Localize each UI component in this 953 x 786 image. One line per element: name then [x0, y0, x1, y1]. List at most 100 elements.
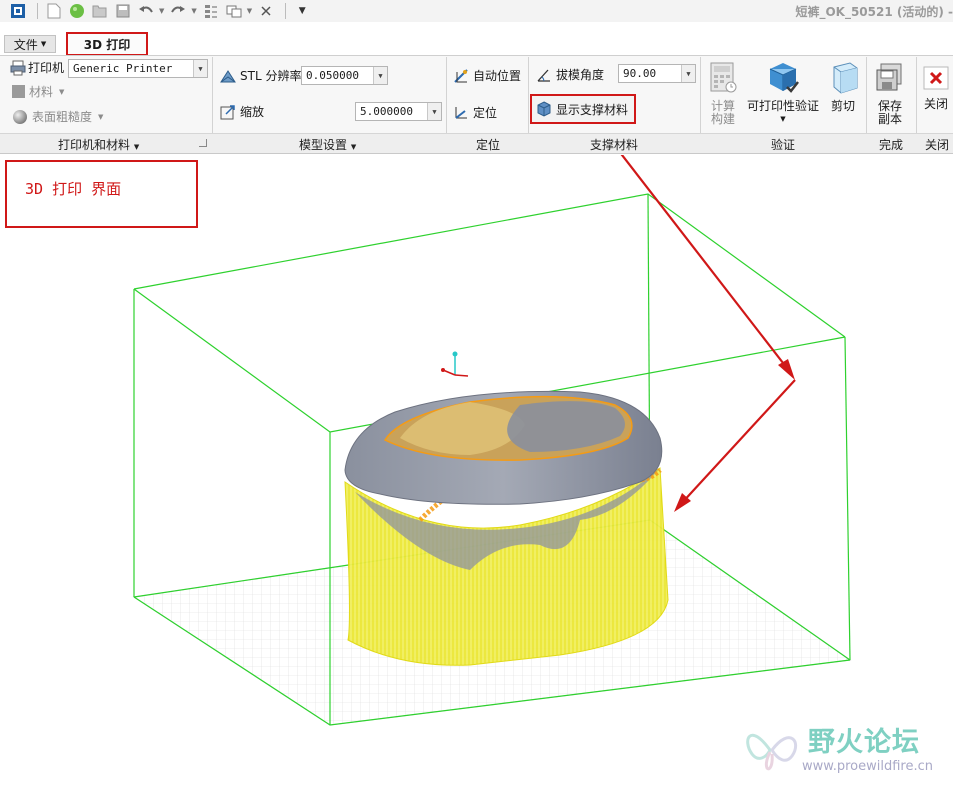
coordinate-axis-triad [441, 351, 469, 377]
compute-build-label-2: 构建 [710, 112, 735, 126]
auto-position-label: 自动位置 [473, 69, 522, 83]
open-icon[interactable] [90, 1, 110, 21]
group-verify-label: 验证 [771, 138, 796, 152]
save-icon[interactable] [113, 1, 133, 21]
annotation-text: 3D 打印 界面 [25, 180, 122, 198]
butterfly-logo-icon [746, 733, 798, 771]
calculator-icon [710, 62, 737, 93]
printer-dropdown[interactable]: Generic Printer ▼ [68, 59, 208, 78]
position-button[interactable]: 定位 [453, 104, 497, 121]
printer-selector[interactable]: 打印机 [10, 59, 64, 76]
chevron-down-icon: ▼ [98, 112, 104, 121]
chevron-down-icon: ▼ [373, 67, 387, 84]
group-finish-label: 完成 [879, 138, 904, 152]
annotation-box: 3D 打印 界面 [5, 160, 198, 228]
printability-cube-icon [769, 63, 799, 93]
chevron-down-icon: ▼ [427, 103, 441, 120]
material-icon [12, 85, 25, 98]
printer-value: Generic Printer [73, 62, 173, 75]
compute-build-button[interactable]: 计算 构建 [704, 61, 742, 126]
surface-roughness-button[interactable]: 表面粗糙度 ▼ [12, 108, 103, 125]
printer-label: 打印机 [28, 61, 65, 75]
auto-position-button[interactable]: 自动位置 [453, 67, 521, 84]
cut-cube-icon [833, 62, 858, 94]
scale-label-row: 缩放 [220, 103, 264, 120]
save-copy-label-2: 副本 [877, 112, 902, 126]
stl-resolution-label-row: STL 分辨率 [220, 67, 301, 84]
group-printer-material[interactable]: 打印机和材料 ▼ [58, 136, 139, 153]
cut-label: 剪切 [830, 99, 855, 113]
dialog-launcher-icon[interactable] [199, 139, 207, 147]
tab-file-label: 文件 [13, 37, 38, 52]
group-positioning-label: 定位 [476, 138, 501, 152]
watermark-url: www.proewildfire.cn [802, 759, 933, 774]
printability-validation-button[interactable]: 可打印性验证 ▼ [744, 61, 822, 126]
printer-icon [10, 60, 26, 75]
material-button[interactable]: 材料 ▼ [12, 83, 64, 100]
undo-icon[interactable] [136, 1, 156, 21]
model-viewport[interactable] [0, 155, 953, 786]
ribbon-tabs: 文件 ▼ 3D 打印 [0, 32, 953, 56]
redo-dropdown-icon[interactable]: ▼ [191, 7, 196, 15]
redo-icon[interactable] [168, 1, 188, 21]
show-support-material-button[interactable]: 显示支撑材料 [530, 94, 636, 124]
close-label: 关闭 [923, 97, 948, 111]
scale-label: 缩放 [240, 105, 265, 119]
scale-value: 5.000000 [360, 105, 413, 118]
close-button[interactable]: 关闭 [919, 66, 953, 111]
chevron-down-icon: ▼ [780, 115, 786, 123]
windows-dropdown-icon[interactable]: ▼ [247, 7, 252, 15]
watermark-title: 野火论坛 [808, 727, 920, 758]
chevron-down-icon: ▼ [133, 143, 140, 151]
scale-icon [220, 104, 235, 119]
window-title: 短裤_OK_50521 (活动的) - [795, 5, 953, 19]
auto-position-icon [454, 68, 468, 83]
chevron-down-icon: ▼ [350, 143, 357, 151]
stl-icon [220, 69, 236, 82]
ribbon-group-bar: 打印机和材料 ▼ 模型设置 ▼ 定位 支撑材料 验证 完成 关闭 [0, 133, 953, 154]
group-support-label: 支撑材料 [590, 138, 639, 152]
tab-3d-print[interactable]: 3D 打印 [66, 32, 148, 56]
close-window-icon[interactable] [256, 1, 276, 21]
new-icon[interactable] [44, 1, 64, 21]
globe-icon[interactable] [67, 1, 87, 21]
quick-access-toolbar: ▼ ▼ ▼ ▼ 短裤_OK_50521 (活动的) - [0, 0, 953, 22]
save-copy-button[interactable]: 保存 副本 [870, 61, 910, 126]
stl-resolution-input[interactable]: 0.050000 ▼ [301, 66, 388, 85]
chevron-down-icon: ▼ [193, 60, 207, 77]
customize-icon[interactable]: ▼ [292, 1, 312, 21]
group-model-settings[interactable]: 模型设置 ▼ [299, 136, 356, 153]
app-icon[interactable] [8, 1, 28, 21]
tab-3d-print-label: 3D 打印 [83, 37, 131, 52]
material-label: 材料 [29, 85, 54, 99]
position-label: 定位 [473, 106, 498, 120]
windows-icon[interactable] [224, 1, 244, 21]
scale-input[interactable]: 5.000000 ▼ [355, 102, 442, 121]
draft-angle-icon [537, 69, 550, 82]
undo-dropdown-icon[interactable]: ▼ [159, 7, 164, 15]
draft-angle-label: 拔模角度 [556, 68, 605, 82]
chevron-down-icon: ▼ [40, 40, 47, 48]
stl-resolution-value: 0.050000 [306, 69, 359, 82]
watermark: 野火论坛 www.proewildfire.cn [738, 718, 948, 780]
group-printer-material-label: 打印机和材料 [58, 138, 131, 152]
draft-angle-label-row: 拔模角度 [536, 66, 604, 83]
chevron-down-icon: ▼ [59, 87, 65, 96]
show-support-material-label: 显示支撑材料 [556, 102, 629, 117]
stl-resolution-label: STL 分辨率 [240, 69, 302, 83]
group-close-label: 关闭 [925, 138, 950, 152]
chevron-down-icon: ▼ [681, 65, 695, 82]
position-icon [455, 106, 467, 119]
printability-validation-label: 可打印性验证 [746, 99, 819, 113]
close-icon [923, 66, 949, 90]
regenerate-icon[interactable] [201, 1, 221, 21]
draft-angle-value: 90.00 [623, 67, 657, 80]
cut-button[interactable]: 剪切 [824, 61, 862, 113]
save-copy-icon [876, 63, 902, 91]
surface-roughness-label: 表面粗糙度 [32, 110, 93, 124]
sphere-icon [13, 109, 27, 124]
group-model-settings-label: 模型设置 [299, 138, 348, 152]
tab-file[interactable]: 文件 ▼ [4, 35, 56, 53]
draft-angle-input[interactable]: 90.00 ▼ [618, 64, 696, 83]
support-cube-icon [537, 101, 551, 117]
